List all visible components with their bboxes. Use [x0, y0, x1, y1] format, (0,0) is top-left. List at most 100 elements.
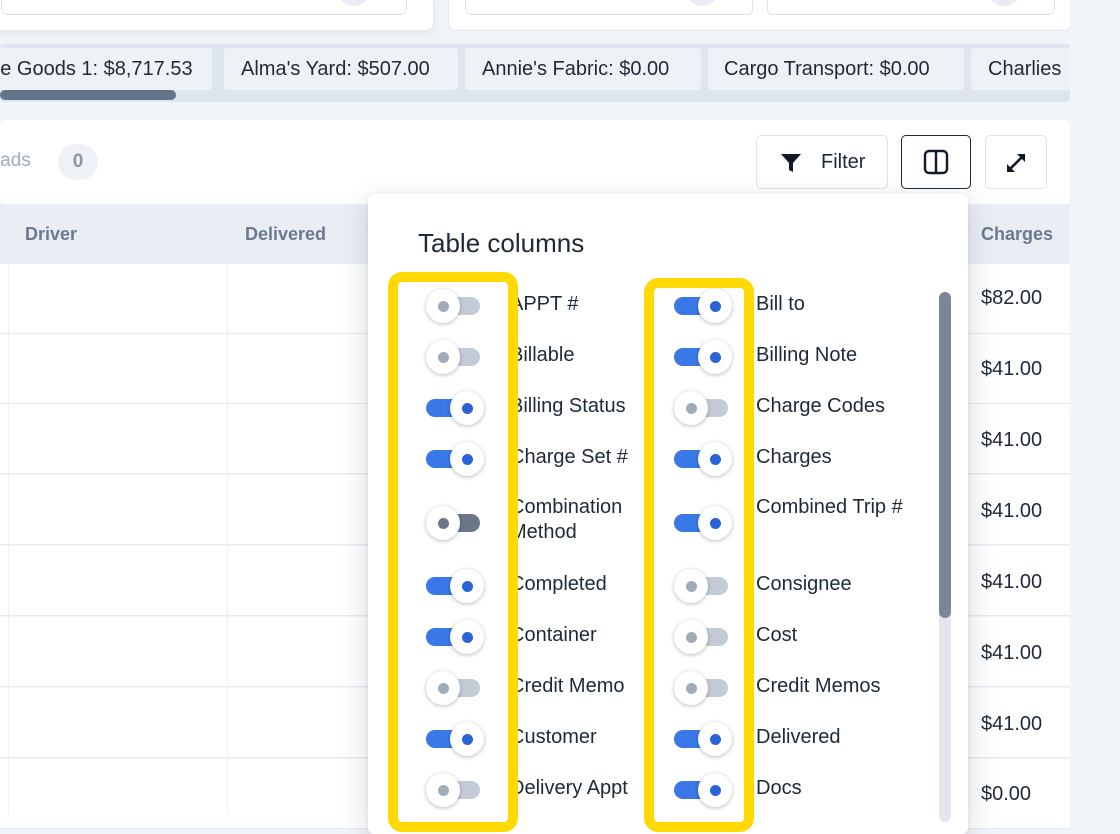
loads-count-badge: 0 [58, 144, 98, 180]
toggle-completed[interactable] [426, 566, 486, 606]
column-label-cost: Cost [756, 624, 798, 646]
toggle-delivery-appt[interactable] [426, 770, 486, 810]
toggle-dot [710, 352, 721, 363]
filter-button[interactable]: Filter [756, 135, 888, 189]
toggle-billable[interactable] [426, 337, 486, 377]
charges-cell: $0.00 [981, 783, 1032, 805]
toggle-dot [710, 454, 721, 465]
column-label-completed: Completed [510, 573, 607, 595]
charges-cell: $41.00 [981, 429, 1043, 451]
toggle-bill-to[interactable] [674, 286, 734, 326]
column-label-docs: Docs [756, 777, 802, 799]
toggle-billing-status[interactable] [426, 388, 486, 428]
toggle-appt-number[interactable] [426, 286, 486, 326]
toggle-charges[interactable] [674, 439, 734, 479]
toggle-knob [698, 289, 732, 323]
toggle-combined-trip-number[interactable] [674, 503, 734, 543]
toggle-dot [462, 734, 473, 745]
toggle-combination-method[interactable] [426, 503, 486, 543]
column-label-charge-set-number: Charge Set # [510, 446, 628, 468]
customer-chip[interactable]: Annie's Fabric: $0.00 [465, 48, 701, 90]
toggle-container[interactable] [426, 617, 486, 657]
column-label-customer: Customer [510, 726, 597, 748]
toggle-knob [450, 722, 484, 756]
customer-chip[interactable]: Home Goods 1: $8,717.53 [0, 48, 212, 90]
toggle-knob [698, 340, 732, 374]
toggle-knob [698, 506, 732, 540]
column-label-appt-number: APPT # [510, 293, 579, 315]
charges-cell: $41.00 [981, 358, 1043, 380]
toggle-dot [462, 403, 473, 414]
customer-chip-label: Charlies [988, 58, 1062, 80]
toggle-dot [686, 683, 697, 694]
columns-panel-scroll-thumb[interactable] [939, 292, 951, 618]
toggle-knob [450, 442, 484, 476]
customer-chip-label: Annie's Fabric: $0.00 [482, 58, 670, 80]
loads-label: Loads [0, 150, 31, 171]
toggle-charge-codes[interactable] [674, 388, 734, 428]
toggle-docs[interactable] [674, 770, 734, 810]
column-label-delivery-appt: Delivery Appt [510, 777, 628, 799]
charges-cell: $82.00 [981, 287, 1043, 309]
expand-button[interactable] [985, 135, 1047, 189]
page-gutter [1070, 0, 1120, 814]
toggle-dot [462, 581, 473, 592]
toggle-dot [438, 785, 449, 796]
toggle-dot [438, 683, 449, 694]
funnel-icon [779, 151, 803, 180]
customer-chip[interactable]: Charlies [971, 48, 1070, 90]
toggle-knob [674, 569, 708, 603]
column-label-consignee: Consignee [756, 573, 852, 595]
charges-cell: $41.00 [981, 713, 1043, 735]
column-label-charge-codes: Charge Codes [756, 395, 885, 417]
customer-chip[interactable]: Cargo Transport: $0.00 [708, 48, 964, 90]
filter-button-label: Filter [821, 151, 866, 173]
toggle-knob [426, 773, 460, 807]
toggle-knob [450, 620, 484, 654]
column-label-combination-method: Combination Method [510, 496, 623, 543]
toggle-dot [438, 352, 449, 363]
column-label-charges: Charges [756, 446, 832, 468]
toggle-knob [674, 671, 708, 705]
column-label-delivered: Delivered [756, 726, 841, 748]
toggle-credit-memos[interactable] [674, 668, 734, 708]
toggle-delivered[interactable] [674, 719, 734, 759]
column-divider [8, 264, 9, 814]
toggle-customer[interactable] [426, 719, 486, 759]
toggle-dot [686, 632, 697, 643]
customer-chip[interactable]: Alma's Yard: $507.00 [224, 48, 458, 90]
toggle-dot [462, 632, 473, 643]
column-header-delivered[interactable]: Delivered [245, 224, 326, 245]
charges-cell: $41.00 [981, 571, 1043, 593]
columns-toggle-button[interactable] [901, 135, 971, 189]
toggle-knob [674, 620, 708, 654]
toggle-dot [686, 403, 697, 414]
toggle-dot [438, 518, 449, 529]
toggle-knob [426, 506, 460, 540]
toggle-knob [674, 391, 708, 425]
column-header-driver[interactable]: Driver [25, 224, 77, 245]
toggle-dot [462, 454, 473, 465]
toggle-dot [710, 785, 721, 796]
table-columns-title: Table columns [418, 228, 585, 258]
toggle-cost[interactable] [674, 617, 734, 657]
column-label-credit-memos: Credit Memos [756, 675, 881, 697]
toggle-billing-note[interactable] [674, 337, 734, 377]
column-label-billing-note: Billing Note [756, 344, 858, 366]
toggle-charge-set-number[interactable] [426, 439, 486, 479]
columns-icon [923, 149, 949, 180]
loads-label-clip: Loads [0, 140, 50, 180]
column-label-credit-memo: Credit Memo [510, 675, 625, 697]
customer-chip-label: Cargo Transport: $0.00 [724, 58, 930, 80]
toggle-dot [686, 581, 697, 592]
summary-card [0, 0, 434, 31]
column-label-billable: Billable [510, 344, 575, 366]
column-label-container: Container [510, 624, 597, 646]
toggle-knob [426, 671, 460, 705]
toggle-dot [438, 301, 449, 312]
chips-scrollbar-thumb[interactable] [0, 90, 176, 100]
toggle-credit-memo[interactable] [426, 668, 486, 708]
charges-cell: $41.00 [981, 642, 1043, 664]
toggle-consignee[interactable] [674, 566, 734, 606]
column-header-charges[interactable]: Charges [981, 224, 1053, 245]
